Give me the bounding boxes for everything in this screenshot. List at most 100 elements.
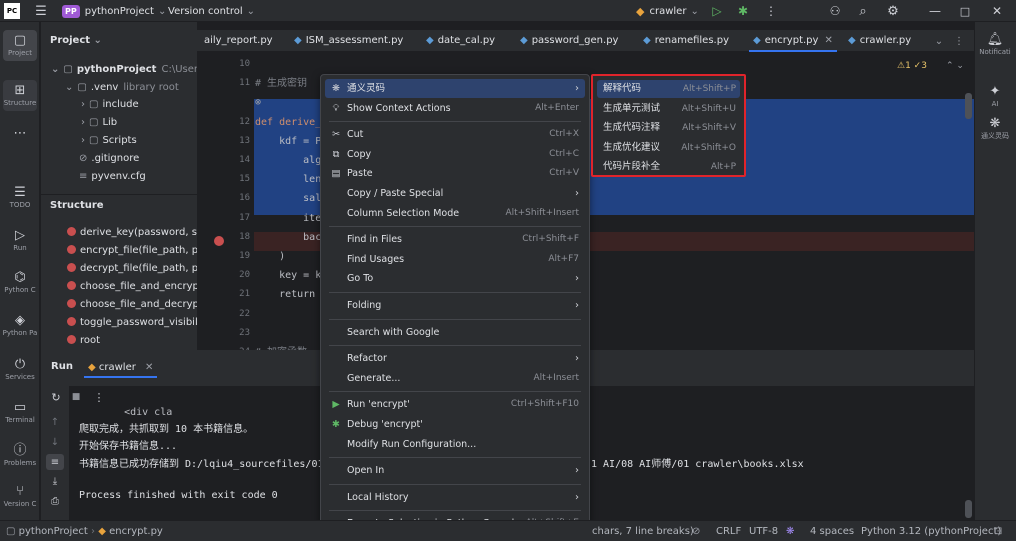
structure-item[interactable]: decrypt_file(file_path, passw <box>67 260 197 278</box>
structure-item[interactable]: toggle_password_visibility( <box>67 314 197 332</box>
menu-item-search-with-google[interactable]: Search with Google <box>325 323 585 342</box>
print-icon[interactable]: ⎙ <box>48 494 62 508</box>
tool-folder[interactable]: ▢ Project <box>3 30 37 61</box>
menu-item-refactor[interactable]: Refactor › <box>325 349 585 368</box>
tongyi-status-icon[interactable]: ❋ <box>786 521 794 541</box>
line-separator[interactable]: CRLF <box>716 521 741 541</box>
tab-aily-report-py[interactable]: aily_report.py <box>200 30 277 52</box>
close-icon[interactable]: ✕ <box>824 35 832 46</box>
menu-item-copy-paste-special[interactable]: Copy / Paste Special › <box>325 184 585 203</box>
submenu-item[interactable]: 生成优化建议 Alt+Shift+O <box>597 139 740 157</box>
tree-item[interactable]: ⌄ ▢ pythonProject C:\Users\c <box>51 61 212 79</box>
tab-password-gen-py[interactable]: ◆ password_gen.py <box>516 30 622 52</box>
submenu-item[interactable]: 生成单元测试 Alt+Shift+U <box>597 100 740 118</box>
tool-run[interactable]: ▷ Run <box>0 228 40 253</box>
chevron-down-icon[interactable]: ⌄ <box>932 32 946 50</box>
stop-icon[interactable]: ■ <box>69 390 83 404</box>
main-menu-icon[interactable]: ☰ <box>32 2 50 20</box>
structure-item[interactable]: encrypt_file(file_path, passw <box>67 242 197 260</box>
search-icon[interactable]: ⌕ <box>854 2 872 20</box>
menu-item-go-to[interactable]: Go To › <box>325 269 585 288</box>
menu-item-debug-encrypt[interactable]: ✱ Debug 'encrypt' <box>325 415 585 434</box>
tab-encrypt-py[interactable]: ◆ encrypt.py ✕ <box>749 30 837 52</box>
tree-item[interactable]: ⌄ ▢ .venv library root <box>65 79 179 97</box>
tool-structure[interactable]: ⊞ Structure <box>3 80 37 111</box>
more-vertical-icon[interactable]: ⋮ <box>952 32 966 50</box>
menu-item-run-encrypt[interactable]: ▶ Run 'encrypt' Ctrl+Shift+F10 <box>325 395 585 414</box>
tool-ai-assistant[interactable]: ✦ AI <box>974 84 1016 109</box>
selection-info[interactable]: chars, 7 line breaks) <box>592 521 694 541</box>
vcs-selector[interactable]: Version control ⌄ <box>168 3 255 19</box>
tab-renamefiles-py[interactable]: ◆ renamefiles.py <box>639 30 733 52</box>
menu-item-modify-run-configuration[interactable]: Modify Run Configuration... <box>325 435 585 454</box>
tool-version-control[interactable]: ⑂ Version C <box>0 484 40 509</box>
menu-item-tongyi[interactable]: ❋ 通义灵码 › <box>325 79 585 98</box>
rerun-icon[interactable]: ↻ <box>49 390 63 404</box>
tongyi-submenu: 解释代码 Alt+Shift+P 生成单元测试 Alt+Shift+U 生成代码注释 Al… <box>591 74 746 177</box>
tool-problems[interactable]: ⓘ Problems <box>0 443 40 468</box>
structure-item[interactable]: derive_key(password, salt) <box>67 224 197 242</box>
more-vertical-icon[interactable]: ⋮ <box>762 2 780 20</box>
debug-icon[interactable]: ✱ <box>734 2 752 20</box>
menu-item-column-selection-mode[interactable]: Column Selection Mode Alt+Shift+Insert <box>325 204 585 223</box>
tool-services[interactable]: ⏻ Services <box>0 357 40 382</box>
run-icon[interactable]: ▷ <box>708 2 726 20</box>
tool-more[interactable]: ⋯ <box>0 126 40 142</box>
scroll-to-end-icon[interactable]: ⤓ <box>48 474 62 488</box>
tree-item[interactable]: › ▢ Scripts <box>81 132 137 150</box>
menu-item-find-usages[interactable]: Find Usages Alt+F7 <box>325 250 585 269</box>
structure-item[interactable]: root <box>67 332 100 350</box>
menu-item-find-in-files[interactable]: Find in Files Ctrl+Shift+F <box>325 230 585 249</box>
minimize-icon[interactable]: — <box>926 2 944 20</box>
file-encoding[interactable]: UTF-8 <box>749 521 778 541</box>
submenu-item[interactable]: 生成代码注释 Alt+Shift+V <box>597 119 740 137</box>
maximize-icon[interactable]: □ <box>956 2 974 20</box>
structure-item[interactable]: choose_file_and_decrypt() <box>67 296 197 314</box>
tab-date-cal-py[interactable]: ◆ date_cal.py <box>422 30 499 52</box>
tree-item[interactable]: ≡ pyvenv.cfg <box>79 168 146 186</box>
close-icon[interactable]: ✕ <box>145 362 153 373</box>
tool-tongyi[interactable]: ❋ 通义灵码 <box>974 116 1016 141</box>
tool-python-packages[interactable]: ◈ Python Pa <box>0 313 40 338</box>
more-vertical-icon[interactable]: ⋮ <box>92 390 106 404</box>
inspection-nav[interactable]: ⌃ ⌄ <box>946 58 964 74</box>
run-config-selector[interactable]: ◆ crawler ⌄ <box>636 3 699 19</box>
tool-todo[interactable]: ☰ TODO <box>0 185 40 210</box>
inspection-widget[interactable]: ⚠1 ✓3 <box>897 58 927 74</box>
menu-item-local-history[interactable]: Local History › <box>325 488 585 507</box>
no-edit-icon[interactable]: ⊘ <box>692 521 700 541</box>
submenu-item[interactable]: 解释代码 Alt+Shift+P <box>597 80 740 98</box>
run-scrollbar[interactable] <box>965 500 972 518</box>
arrow-down-icon[interactable]: ↓ <box>48 435 62 449</box>
python-interpreter[interactable]: Python 3.12 (pythonProject) <box>861 521 1001 541</box>
menu-item-copy[interactable]: ⧉ Copy Ctrl+C <box>325 145 585 164</box>
arrow-up-icon[interactable]: ↑ <box>48 415 62 429</box>
soft-wrap-icon[interactable]: ≡ <box>46 454 64 470</box>
tool-python-console[interactable]: ⌬ Python C <box>0 270 40 295</box>
breadcrumb[interactable]: ▢ pythonProject › ◆ encrypt.py <box>6 521 163 541</box>
lock-icon[interactable]: ⊡ <box>994 521 1002 541</box>
menu-item-paste[interactable]: ▤ Paste Ctrl+V <box>325 164 585 183</box>
tree-item[interactable]: ⊘ .gitignore <box>79 150 139 168</box>
tool-notifications[interactable]: 🔔︎ Notificati <box>974 32 1016 57</box>
run-tab-crawler[interactable]: ◆ crawler ✕ <box>84 358 158 378</box>
editor-scrollbar[interactable] <box>965 93 972 119</box>
menu-item-show-context-actions[interactable]: 💡︎ Show Context Actions Alt+Enter <box>325 99 585 118</box>
structure-item[interactable]: choose_file_and_encrypt() <box>67 278 197 296</box>
tab-crawler-py[interactable]: ◆ crawler.py <box>844 30 915 52</box>
indent-setting[interactable]: 4 spaces <box>810 521 854 541</box>
tab-ISM-assessment-py[interactable]: ◆ ISM_assessment.py <box>290 30 407 52</box>
project-selector[interactable]: PP pythonProject ⌄ <box>62 3 166 19</box>
project-panel-title[interactable]: Project ⌄ <box>50 35 102 46</box>
tool-terminal[interactable]: ▭ Terminal <box>0 400 40 425</box>
menu-item-cut[interactable]: ✂ Cut Ctrl+X <box>325 125 585 144</box>
tree-item[interactable]: › ▢ include <box>81 96 139 114</box>
menu-item-folding[interactable]: Folding › <box>325 296 585 315</box>
gear-icon[interactable]: ⚙ <box>884 2 902 20</box>
submenu-item[interactable]: 代码片段补全 Alt+P <box>597 158 740 176</box>
menu-item-open-in[interactable]: Open In › <box>325 461 585 480</box>
tree-item[interactable]: › ▢ Lib <box>81 114 117 132</box>
menu-item-generate[interactable]: Generate... Alt+Insert <box>325 369 585 388</box>
close-icon[interactable]: ✕ <box>988 2 1006 20</box>
add-user-icon[interactable]: ⚇ <box>826 2 844 20</box>
